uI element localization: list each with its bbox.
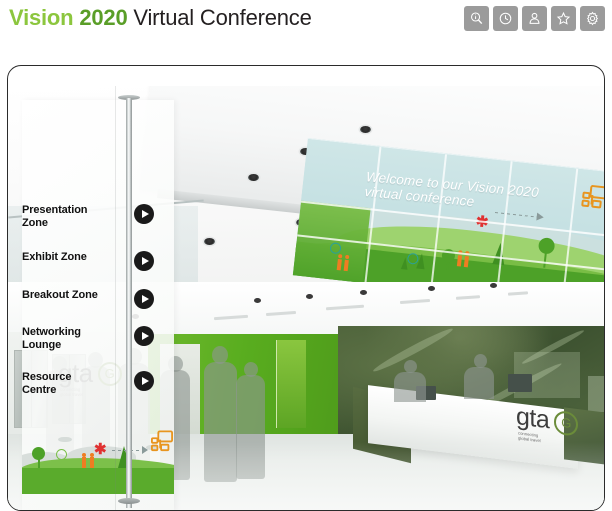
history-button[interactable]: [493, 6, 518, 31]
chevron-right-icon[interactable]: [134, 371, 154, 391]
ceiling-spotlight: [360, 126, 371, 133]
sidebar-item-label: Breakout Zone: [22, 289, 98, 301]
header-toolbar: [464, 6, 605, 31]
network-devices-icon: [580, 183, 604, 210]
arrow-head-icon: [142, 446, 148, 454]
content-frame: ✱: [7, 65, 605, 511]
user-icon: [527, 11, 542, 26]
sidebar-item-breakout-zone[interactable]: Breakout Zone: [22, 289, 160, 323]
star-icon: [556, 11, 571, 26]
sidebar-item-label: Networking Lounge: [22, 326, 81, 351]
arrow-head-icon: [536, 212, 545, 222]
ceiling-spotlight: [204, 238, 215, 245]
title-subtitle: Virtual Conference: [133, 5, 312, 30]
sidebar-item-label: Exhibit Zone: [22, 251, 87, 263]
sidebar-item-label: Presentation Zone: [22, 204, 88, 229]
sidebar-item-presentation-zone[interactable]: Presentation Zone: [22, 204, 160, 238]
ceiling-spotlight: [248, 174, 259, 181]
grass-band: [22, 468, 174, 494]
desk-monitor: [508, 374, 532, 392]
downlight: [360, 290, 367, 295]
downlight: [254, 298, 261, 303]
downlight: [306, 294, 313, 299]
sidebar-item-networking-lounge[interactable]: Networking Lounge: [22, 326, 160, 360]
circle-accent-icon: [56, 449, 67, 460]
pole-base: [118, 498, 140, 504]
page-title: Vision 2020 Virtual Conference: [9, 5, 312, 31]
title-year: 2020: [79, 5, 128, 30]
title-brand-word: Vision: [9, 5, 74, 30]
sidebar-item-resource-centre[interactable]: Resource Centre: [22, 371, 160, 405]
people-icon: [90, 457, 94, 468]
downlight: [428, 286, 435, 291]
network-devices-icon: [150, 430, 176, 454]
sidebar-item-exhibit-zone[interactable]: Exhibit Zone: [22, 251, 160, 285]
favourites-button[interactable]: [551, 6, 576, 31]
search-info-icon: [469, 11, 484, 26]
downlight: [490, 283, 497, 288]
tree-canopy: [32, 447, 45, 460]
visitor-silhouette: [204, 362, 237, 482]
chevron-right-icon[interactable]: [134, 289, 154, 309]
chevron-right-icon[interactable]: [134, 204, 154, 224]
gear-icon: [585, 11, 600, 26]
visitor-silhouette: [236, 375, 265, 479]
search-button[interactable]: [464, 6, 489, 31]
staff-silhouette: [474, 354, 487, 368]
staff-silhouette: [464, 367, 494, 399]
wall-panel-light: [588, 376, 604, 412]
staff-silhouette: [394, 372, 426, 402]
people-icon: [82, 457, 86, 468]
lobby-scene: ✱: [8, 86, 604, 510]
gta-mark-letter: G: [561, 414, 572, 431]
settings-button[interactable]: [580, 6, 605, 31]
people-icon: [82, 453, 86, 457]
green-door: [276, 340, 306, 428]
profile-button[interactable]: [522, 6, 547, 31]
gta-circle-mark: G: [554, 409, 579, 437]
sidebar-item-label: Resource Centre: [22, 371, 72, 396]
cloud-icon: [58, 437, 72, 442]
asterisk-icon: ✱: [94, 441, 107, 458]
app-header: Vision 2020 Virtual Conference: [0, 0, 612, 44]
chevron-right-icon[interactable]: [134, 326, 154, 346]
clock-icon: [498, 11, 513, 26]
chevron-right-icon[interactable]: [134, 251, 154, 271]
